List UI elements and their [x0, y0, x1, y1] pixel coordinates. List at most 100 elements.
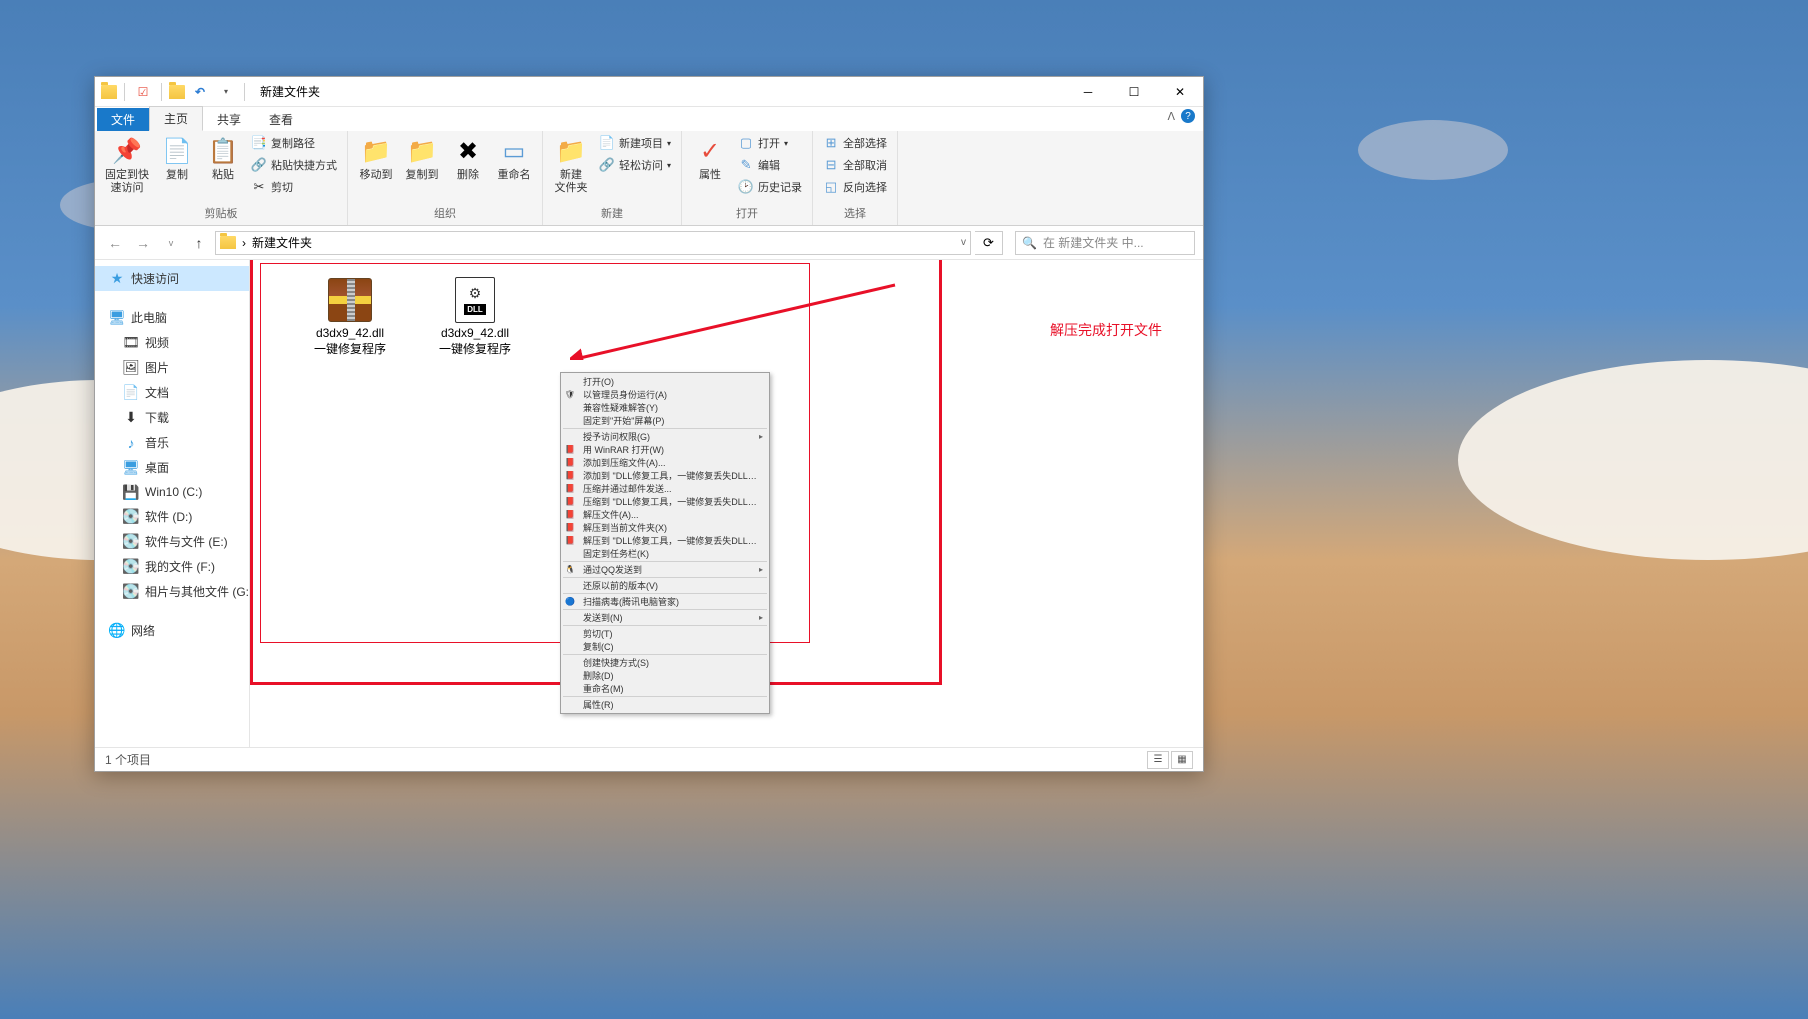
properties-button[interactable]: ✓ 属性 [688, 133, 732, 184]
sidebar-pictures[interactable]: 🖼 图片 [95, 355, 249, 380]
select-all-button[interactable]: ⊞全部选择 [819, 133, 891, 153]
qat-checkbox[interactable]: ☑ [132, 81, 154, 103]
address-folder-icon [220, 236, 236, 249]
context-menu-item-label: 压缩并通过邮件发送... [583, 482, 763, 495]
context-menu-item[interactable]: 📕解压到当前文件夹(X) [561, 521, 769, 534]
breadcrumb[interactable]: 新建文件夹 [252, 234, 312, 251]
sidebar-documents[interactable]: 📄 文档 [95, 380, 249, 405]
sidebar-drive-d[interactable]: 💽 软件 (D:) [95, 504, 249, 529]
sidebar-network[interactable]: 🌐 网络 [95, 618, 249, 643]
easy-access-button[interactable]: 🔗轻松访问 ▾ [595, 155, 675, 175]
copy-path-button[interactable]: 📑复制路径 [247, 133, 341, 153]
minimize-button[interactable]: ─ [1065, 77, 1111, 107]
picture-icon: 🖼 [123, 360, 139, 376]
copy-button[interactable]: 📄 复制 [155, 133, 199, 184]
forward-button[interactable]: → [131, 231, 155, 255]
context-menu-item[interactable]: 📕解压文件(A)... [561, 508, 769, 521]
tab-share[interactable]: 共享 [203, 108, 255, 131]
cut-icon: ✂ [251, 179, 267, 195]
context-menu-item[interactable]: 授予访问权限(G)▸ [561, 430, 769, 443]
pin-to-quick-access-button[interactable]: 📌 固定到快 速访问 [101, 133, 153, 197]
sidebar-music[interactable]: ♪ 音乐 [95, 430, 249, 455]
move-to-button[interactable]: 📁 移动到 [354, 133, 398, 184]
context-menu-item[interactable]: 🛡以管理员身份运行(A) [561, 388, 769, 401]
ribbon-group-open: 打开 [688, 205, 806, 223]
context-menu-item-label: 重命名(M) [583, 682, 763, 695]
context-menu-item[interactable]: 创建快捷方式(S) [561, 656, 769, 669]
up-button[interactable]: ↑ [187, 231, 211, 255]
sidebar-drive-c[interactable]: 💾 Win10 (C:) [95, 480, 249, 504]
paste-shortcut-button[interactable]: 🔗粘贴快捷方式 [247, 155, 341, 175]
context-menu-item[interactable]: 📕添加到 "DLL修复工具，一键修复丢失DLL文件.rar"(T) [561, 469, 769, 482]
file-item-rar[interactable]: d3dx9_42.dll 一键修复程序 [300, 276, 400, 357]
sidebar-videos[interactable]: 🎞 视频 [95, 330, 249, 355]
context-menu-item[interactable]: 发送到(N)▸ [561, 611, 769, 624]
context-menu-item-label: 用 WinRAR 打开(W) [583, 443, 763, 456]
history-button[interactable]: 🕑历史记录 [734, 177, 806, 197]
select-none-button[interactable]: ⊟全部取消 [819, 155, 891, 175]
rar-icon [328, 278, 372, 322]
context-menu-item[interactable]: 复制(C) [561, 640, 769, 653]
maximize-button[interactable]: ☐ [1111, 77, 1157, 107]
view-details-button[interactable]: ☰ [1147, 751, 1169, 769]
star-icon: ★ [109, 271, 125, 287]
context-menu-item-label: 通过QQ发送到 [583, 563, 759, 576]
back-button[interactable]: ← [103, 231, 127, 255]
search-input[interactable]: 🔍 在 新建文件夹 中... [1015, 231, 1195, 255]
paste-button[interactable]: 📋 粘贴 [201, 133, 245, 184]
sidebar-quick-access[interactable]: ★ 快速访问 [95, 266, 249, 291]
context-menu-item[interactable]: 🔵扫描病毒(腾讯电脑管家) [561, 595, 769, 608]
sidebar-drive-g[interactable]: 💽 相片与其他文件 (G:) [95, 579, 249, 604]
help-icon[interactable]: ? [1181, 109, 1195, 123]
new-item-button[interactable]: 📄新建项目 ▾ [595, 133, 675, 153]
invert-selection-button[interactable]: ◱反向选择 [819, 177, 891, 197]
tab-file[interactable]: 文件 [97, 108, 149, 131]
new-folder-button[interactable]: 📁 新建 文件夹 [549, 133, 593, 197]
context-menu-separator [563, 577, 767, 578]
sidebar-downloads[interactable]: ⬇ 下载 [95, 405, 249, 430]
context-menu-item[interactable]: 📕 压缩并通过邮件发送... [561, 482, 769, 495]
address-dropdown[interactable]: v [961, 237, 966, 248]
sidebar-this-pc[interactable]: 🖥 此电脑 [95, 305, 249, 330]
context-menu-item[interactable]: 剪切(T) [561, 627, 769, 640]
sidebar-drive-e[interactable]: 💽 软件与文件 (E:) [95, 529, 249, 554]
tab-view[interactable]: 查看 [255, 108, 307, 131]
context-menu-item[interactable]: 打开(O) [561, 375, 769, 388]
qat-folder-icon[interactable] [169, 85, 185, 99]
close-button[interactable]: ✕ [1157, 77, 1203, 107]
rename-button[interactable]: ▭ 重命名 [492, 133, 536, 184]
context-menu-item[interactable]: 删除(D) [561, 669, 769, 682]
context-menu-item[interactable]: 📕添加到压缩文件(A)... [561, 456, 769, 469]
address-bar[interactable]: › 新建文件夹 v [215, 231, 971, 255]
tab-home[interactable]: 主页 [149, 106, 203, 131]
refresh-button[interactable]: ⟳ [975, 231, 1003, 255]
drive-icon: 💽 [123, 509, 139, 525]
context-menu-item[interactable]: 📕用 WinRAR 打开(W) [561, 443, 769, 456]
context-menu-item-icon: 📕 [565, 484, 575, 494]
open-button[interactable]: ▢打开 ▾ [734, 133, 806, 153]
context-menu-item[interactable]: 还原以前的版本(V) [561, 579, 769, 592]
file-item-exe[interactable]: ⚙ DLL d3dx9_42.dll 一键修复程序 [425, 276, 525, 357]
copy-to-button[interactable]: 📁 复制到 [400, 133, 444, 184]
recent-dropdown[interactable]: v [159, 231, 183, 255]
ribbon: 📌 固定到快 速访问 📄 复制 📋 粘贴 📑复制路径 🔗粘贴快捷方式 ✂剪切 [95, 131, 1203, 226]
context-menu-item[interactable]: 重命名(M) [561, 682, 769, 695]
qat-undo-icon[interactable]: ↶ [189, 81, 211, 103]
context-menu-item[interactable]: 属性(R) [561, 698, 769, 711]
context-menu-item[interactable]: 固定到"开始"屏幕(P) [561, 414, 769, 427]
context-menu-item[interactable]: 🐧通过QQ发送到▸ [561, 563, 769, 576]
context-menu-item-label: 兼容性疑难解答(Y) [583, 401, 763, 414]
context-menu-item[interactable]: 固定到任务栏(K) [561, 547, 769, 560]
cut-button[interactable]: ✂剪切 [247, 177, 341, 197]
view-icons-button[interactable]: ▦ [1171, 751, 1193, 769]
context-menu-item[interactable]: 兼容性疑难解答(Y) [561, 401, 769, 414]
sidebar-drive-f[interactable]: 💽 我的文件 (F:) [95, 554, 249, 579]
context-menu-item[interactable]: 📕压缩到 "DLL修复工具，一键修复丢失DLL文件.rar" 并通过邮件发送 [561, 495, 769, 508]
content-area[interactable]: d3dx9_42.dll 一键修复程序 ⚙ DLL d3dx9_42.dll 一… [250, 260, 1203, 747]
qat-dropdown[interactable]: ▾ [215, 81, 237, 103]
edit-button[interactable]: ✎编辑 [734, 155, 806, 175]
delete-button[interactable]: ✖ 删除 [446, 133, 490, 184]
sidebar-desktop[interactable]: 🖥 桌面 [95, 455, 249, 480]
context-menu-item[interactable]: 📕解压到 "DLL修复工具，一键修复丢失DLL文件\"(E) [561, 534, 769, 547]
ribbon-collapse-icon[interactable]: ᐱ [1167, 110, 1175, 123]
